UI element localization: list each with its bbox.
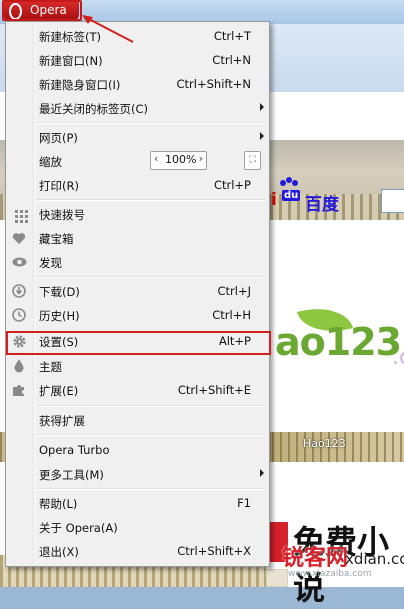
menu-item-label: 帮助(L) bbox=[39, 497, 78, 511]
menu-item-zoom: 缩放 ‹ 100% › ⛶ bbox=[8, 150, 267, 172]
opera-button-highlight bbox=[2, 0, 82, 21]
menu-item-label: 获得扩展 bbox=[39, 414, 85, 428]
menu-item-label: 主题 bbox=[39, 360, 62, 374]
baidu-partial-letter: i bbox=[271, 190, 277, 210]
zoom-out-button[interactable]: ‹ bbox=[154, 152, 158, 165]
menu-item-speed-dial[interactable]: 快速拨号 bbox=[8, 203, 267, 225]
zoom-box: ‹ 100% › bbox=[150, 151, 207, 170]
menu-item-print[interactable]: 打印(R) Ctrl+P bbox=[8, 174, 267, 196]
download-icon bbox=[11, 283, 27, 299]
menu-item-label: 退出(X) bbox=[39, 545, 79, 559]
menu-item-shortcut: Ctrl+H bbox=[212, 308, 251, 322]
menu-item-exit[interactable]: 退出(X) Ctrl+Shift+X bbox=[8, 540, 267, 562]
puzzle-icon bbox=[11, 382, 27, 398]
menu-item-shortcut: Ctrl+P bbox=[213, 178, 251, 192]
menu-item-more-tools[interactable]: 更多工具(M) bbox=[8, 463, 267, 485]
menu-separator bbox=[36, 276, 265, 278]
submenu-arrow-icon bbox=[260, 132, 264, 140]
menu-item-history[interactable]: 历史(H) Ctrl+H bbox=[8, 304, 267, 326]
menu-item-label: 发现 bbox=[39, 256, 62, 270]
eye-icon bbox=[11, 254, 27, 270]
menu-item-label: 更多工具(M) bbox=[39, 468, 104, 482]
hao123-thumb-label: Hao123 bbox=[303, 437, 346, 450]
menu-item-shortcut: Ctrl+Shift+N bbox=[176, 77, 251, 91]
heart-icon bbox=[11, 230, 27, 246]
menu-item-shortcut: Ctrl+N bbox=[212, 53, 251, 67]
watermark-domain: xdian.cc bbox=[345, 550, 404, 568]
menu-separator bbox=[36, 122, 265, 124]
menu-item-label: 新建标签(T) bbox=[39, 30, 101, 44]
watermark-main: 锐客网 bbox=[282, 546, 349, 571]
menu-item-shortcut: F1 bbox=[237, 496, 251, 510]
menu-item-downloads[interactable]: 下载(D) Ctrl+J bbox=[8, 280, 267, 302]
menu-item-stash[interactable]: 藏宝箱 bbox=[8, 227, 267, 249]
menu-item-themes[interactable]: 主题 bbox=[8, 355, 267, 377]
menu-item-label: 打印(R) bbox=[39, 179, 79, 193]
menu-item-shortcut: Ctrl+T bbox=[213, 29, 251, 43]
menu-item-about[interactable]: 关于 Opera(A) bbox=[8, 516, 267, 538]
menu-item-new-window[interactable]: 新建窗口(N) Ctrl+N bbox=[8, 49, 267, 71]
theme-drop-icon bbox=[11, 358, 27, 374]
menu-item-shortcut: Ctrl+Shift+X bbox=[177, 544, 251, 558]
menu-item-label: 快速拨号 bbox=[39, 208, 85, 222]
menu-item-label: 新建隐身窗口(I) bbox=[39, 78, 121, 92]
menu-item-recently-closed[interactable]: 最近关闭的标签页(C) bbox=[8, 97, 267, 119]
menu-item-label: 扩展(E) bbox=[39, 384, 79, 398]
submenu-arrow-icon bbox=[260, 103, 264, 111]
opera-main-menu: 新建标签(T) Ctrl+T 新建窗口(N) Ctrl+N 新建隐身窗口(I) … bbox=[5, 21, 270, 567]
menu-item-label: Opera Turbo bbox=[39, 443, 110, 457]
menu-item-help[interactable]: 帮助(L) F1 bbox=[8, 492, 267, 514]
menu-separator bbox=[36, 199, 265, 201]
menu-item-label: 缩放 bbox=[39, 155, 62, 169]
menu-item-new-tab[interactable]: 新建标签(T) Ctrl+T bbox=[8, 25, 267, 47]
menu-item-opera-turbo[interactable]: Opera Turbo bbox=[8, 439, 267, 461]
baidu-search-input[interactable] bbox=[381, 189, 404, 213]
menu-item-label: 最近关闭的标签页(C) bbox=[39, 102, 149, 116]
menu-item-label: 下载(D) bbox=[39, 285, 80, 299]
menu-separator bbox=[36, 488, 265, 490]
menu-item-page[interactable]: 网页(P) bbox=[8, 126, 267, 148]
hao123-logo[interactable]: ao123 bbox=[275, 320, 402, 364]
menu-item-label: 新建窗口(N) bbox=[39, 54, 103, 68]
submenu-arrow-icon bbox=[260, 469, 264, 477]
hao123-domain-fragment: .c bbox=[392, 345, 404, 370]
menu-item-label: 网页(P) bbox=[39, 131, 78, 145]
settings-highlight-box bbox=[6, 331, 271, 355]
baidu-du-badge: du bbox=[282, 190, 301, 201]
menu-item-label: 历史(H) bbox=[39, 309, 80, 323]
menu-item-extensions[interactable]: 扩展(E) Ctrl+Shift+E bbox=[8, 379, 267, 401]
speed-dial-icon bbox=[11, 206, 28, 223]
zoom-in-button[interactable]: › bbox=[199, 152, 203, 165]
menu-item-label: 藏宝箱 bbox=[39, 232, 74, 246]
menu-item-get-extensions[interactable]: 获得扩展 bbox=[8, 409, 267, 431]
menu-item-discover[interactable]: 发现 bbox=[8, 251, 267, 273]
menu-separator bbox=[36, 434, 265, 436]
zoom-value: 100% bbox=[165, 153, 197, 166]
zoom-fit-button[interactable]: ⛶ bbox=[244, 151, 261, 170]
history-clock-icon bbox=[11, 307, 27, 323]
menu-item-label: 关于 Opera(A) bbox=[39, 521, 118, 535]
menu-item-new-private-window[interactable]: 新建隐身窗口(I) Ctrl+Shift+N bbox=[8, 73, 267, 95]
watermark-sub: www.xiazaiba.com bbox=[288, 569, 372, 579]
menu-separator bbox=[36, 405, 265, 407]
menu-item-shortcut: Ctrl+Shift+E bbox=[177, 383, 251, 397]
baidu-logo-text[interactable]: 百度 bbox=[305, 190, 339, 215]
menu-item-shortcut: Ctrl+J bbox=[217, 284, 252, 298]
